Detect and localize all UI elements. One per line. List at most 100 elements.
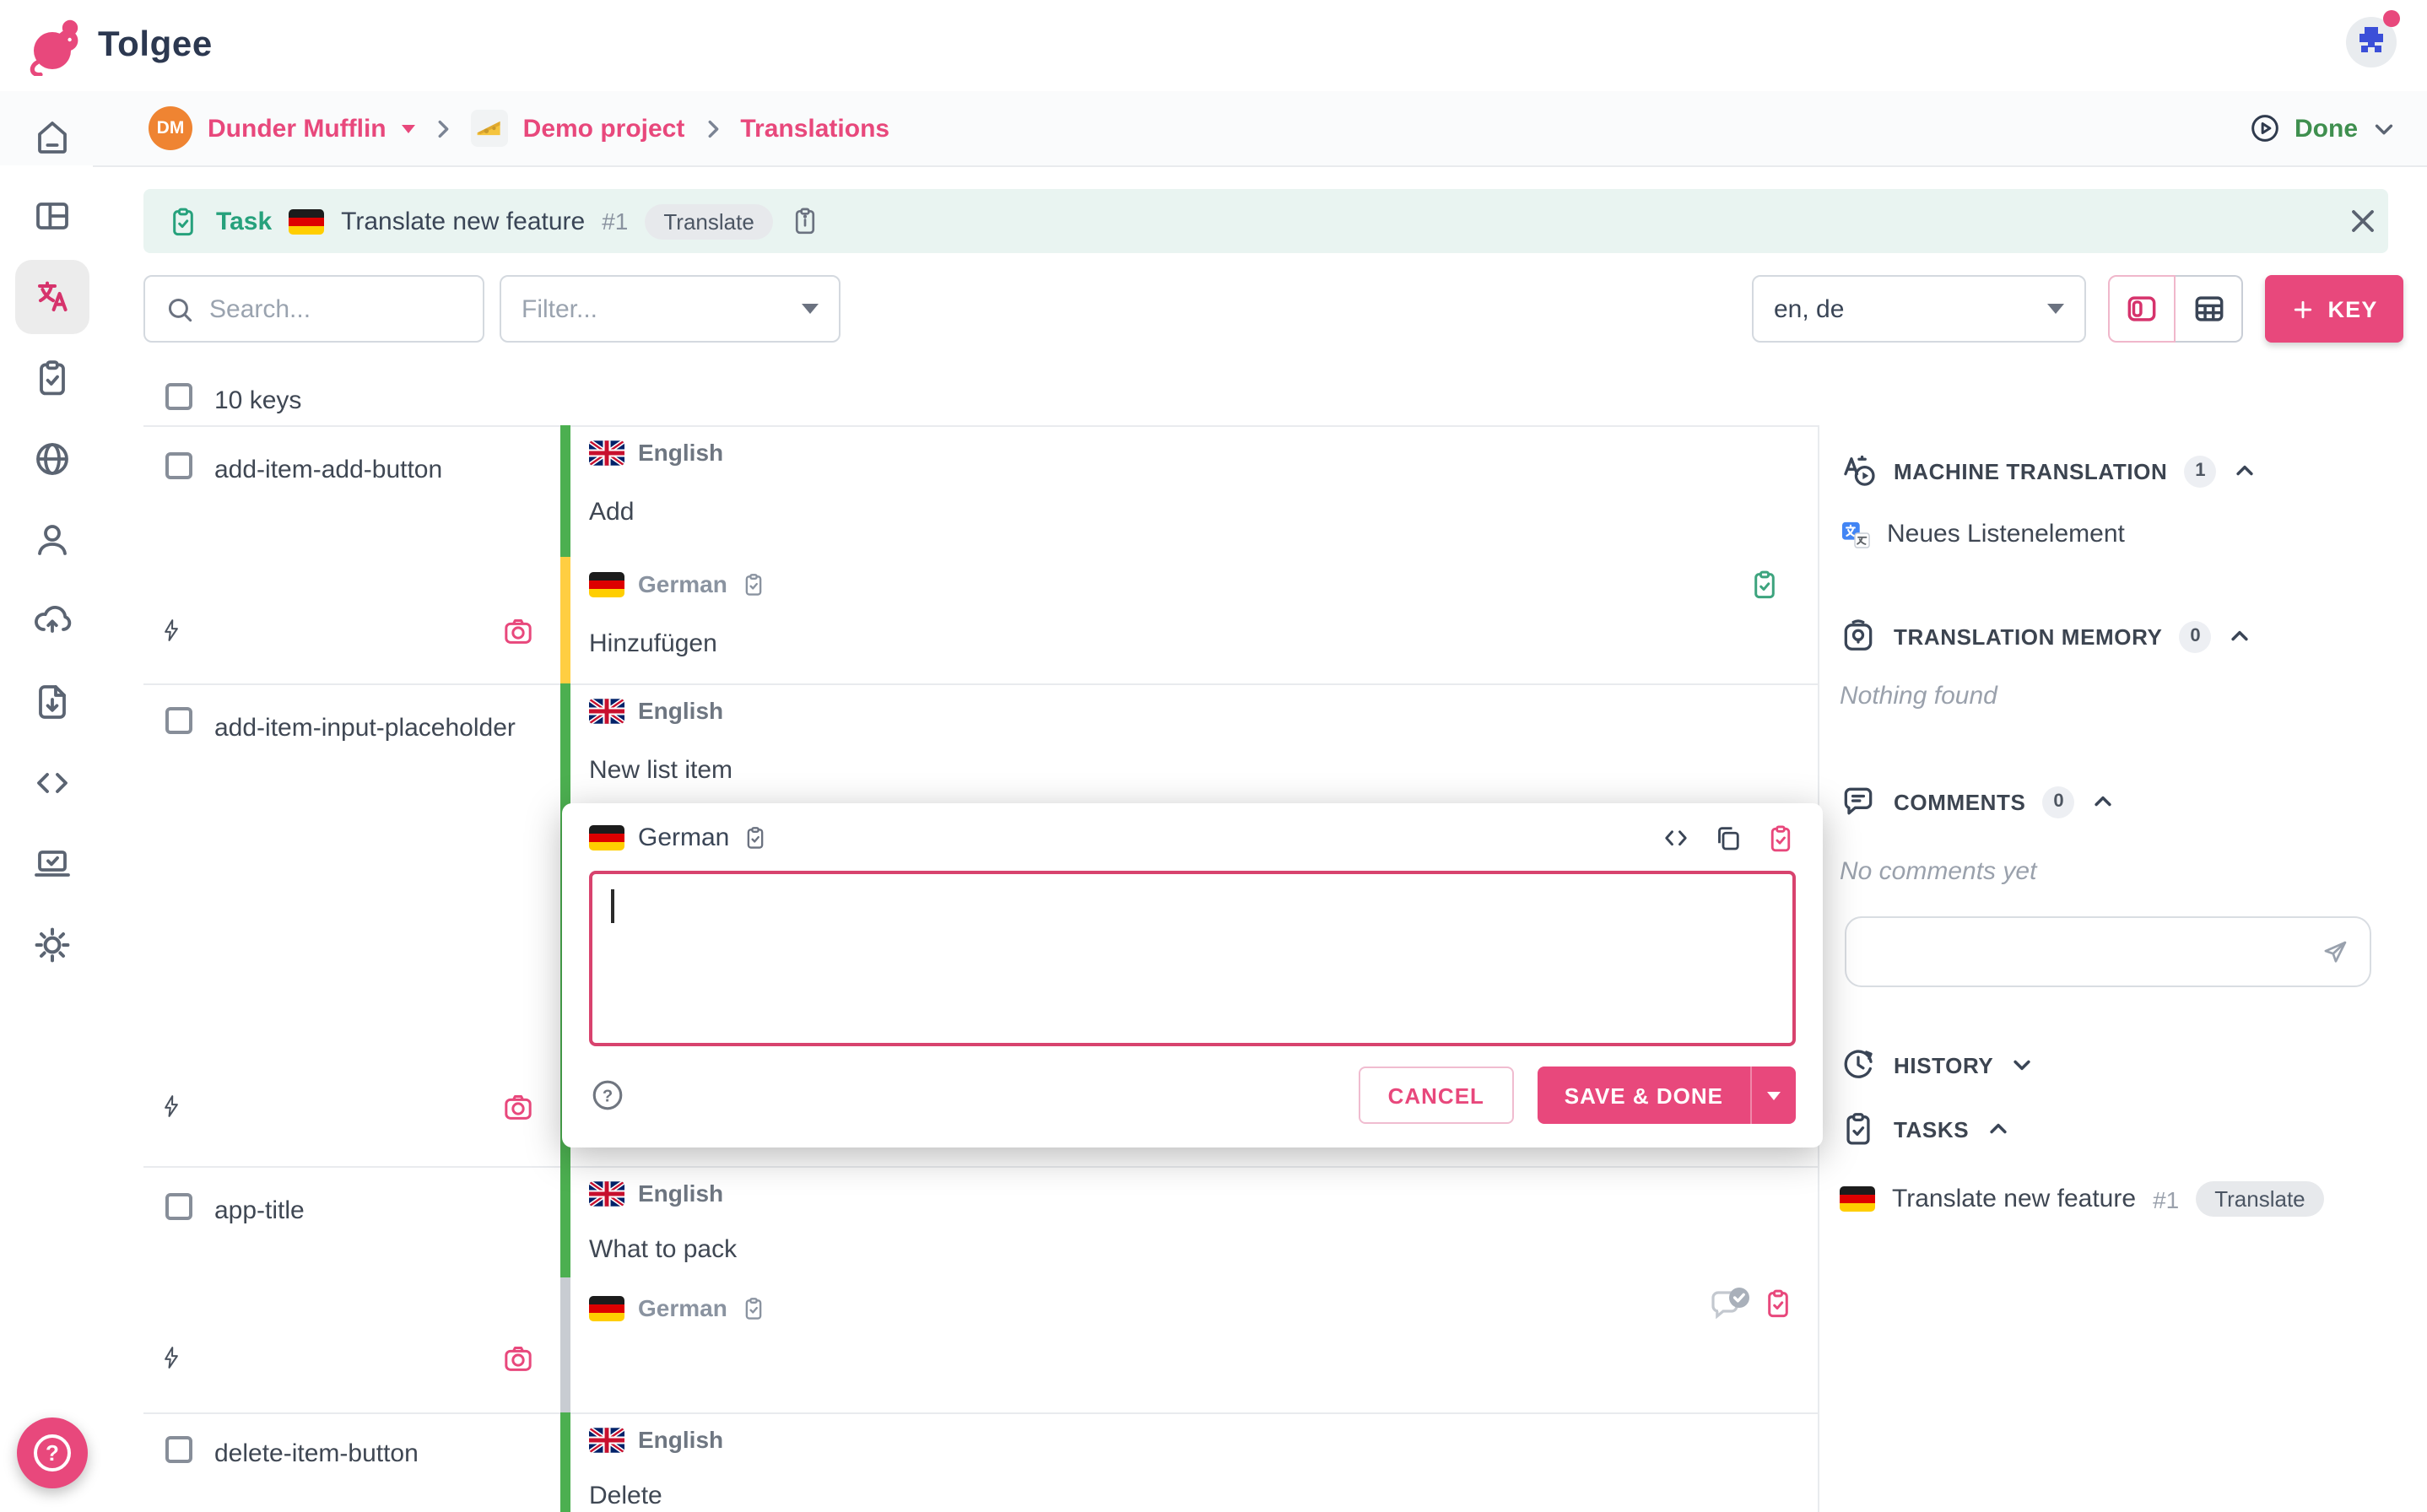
copy-icon[interactable] [1713, 824, 1743, 854]
key-name[interactable]: delete-item-button [214, 1439, 419, 1468]
task-item-chip: Translate [2196, 1181, 2323, 1217]
clipboard-info-icon[interactable] [790, 206, 820, 236]
sidebar-item-settings[interactable] [32, 925, 73, 965]
translation-value-en[interactable]: New list item [589, 756, 732, 785]
machine-translation-icon [1840, 452, 1877, 489]
search-input[interactable] [145, 277, 483, 341]
task-list-item[interactable]: Translate new feature #1 Translate [1840, 1181, 2324, 1217]
help-fab[interactable]: ? [17, 1418, 88, 1488]
german-cell-header: German [589, 1294, 766, 1321]
clipboard-check-icon [32, 358, 73, 398]
comment-input[interactable] [1846, 918, 2370, 986]
languages-select[interactable]: en, de [1752, 275, 2086, 343]
assign-task-clipboard-icon[interactable] [1765, 824, 1796, 854]
tolgee-logo-icon[interactable] [24, 15, 84, 76]
org-caret-icon[interactable] [402, 124, 415, 132]
sidebar-item-languages[interactable] [32, 439, 73, 479]
save-done-button[interactable]: SAVE & DONE [1538, 1066, 1796, 1124]
history-header[interactable]: HISTORY [1840, 1046, 2034, 1083]
save-done-label[interactable]: SAVE & DONE [1538, 1083, 1750, 1108]
key-name[interactable]: app-title [214, 1196, 305, 1225]
german-flag-icon [589, 825, 624, 850]
english-flag-icon [589, 440, 624, 465]
task-state-selector[interactable]: Done [2247, 91, 2397, 165]
section-title: MACHINE TRANSLATION [1894, 458, 2167, 483]
key-name[interactable]: add-item-add-button [214, 456, 442, 484]
add-key-button[interactable]: KEY [2265, 275, 2403, 343]
section-title: TRANSLATION MEMORY [1894, 624, 2162, 649]
insert-code-icon[interactable] [1661, 824, 1691, 854]
language-label: English [638, 439, 723, 466]
editor-actions: CANCEL SAVE & DONE [1359, 1066, 1796, 1124]
breadcrumb-page[interactable]: Translations [740, 114, 889, 143]
tasks-icon [1840, 1110, 1877, 1148]
add-key-label: KEY [2327, 296, 2377, 321]
translation-value-de[interactable]: Hinzufügen [589, 629, 717, 658]
screenshot-camera-icon[interactable] [501, 614, 535, 648]
task-indicator-clipboard-icon[interactable] [1749, 569, 1781, 601]
tasks-header[interactable]: TASKS [1840, 1110, 2009, 1148]
chevron-up-icon [2091, 790, 2115, 813]
sidebar-item-export[interactable] [32, 682, 73, 722]
english-flag-icon [589, 1180, 624, 1206]
row-checkbox[interactable] [165, 707, 192, 734]
save-options-dropdown[interactable] [1752, 1091, 1796, 1099]
english-cell-header: English [589, 697, 723, 724]
sidebar-item-members[interactable] [32, 520, 73, 560]
breadcrumb-project[interactable]: Demo project [523, 114, 685, 143]
screenshot-camera-icon[interactable] [501, 1090, 535, 1124]
close-banner-button[interactable] [2343, 201, 2383, 241]
row-checkbox[interactable] [165, 1193, 192, 1220]
sidebar-item-integrate[interactable] [32, 844, 73, 884]
editor-language-header: German [589, 824, 768, 852]
person-icon [32, 520, 73, 560]
sidebar-item-projects[interactable] [32, 196, 73, 236]
breadcrumb-org[interactable]: Dunder Mufflin [208, 114, 386, 143]
sidebar-item-home[interactable] [32, 116, 73, 157]
sidebar-item-developer[interactable] [32, 763, 73, 803]
translation-value-en[interactable]: Add [589, 498, 634, 526]
search-icon [164, 294, 196, 326]
task-state-label: Done [2295, 114, 2358, 143]
chevron-right-icon [700, 116, 725, 141]
screenshot-camera-icon[interactable] [501, 1342, 535, 1375]
german-flag-icon [289, 208, 324, 234]
translation-textarea[interactable] [589, 871, 1796, 1046]
sidebar-item-translations[interactable] [32, 277, 73, 317]
org-avatar[interactable]: DM [149, 106, 192, 150]
machine-translation-header[interactable]: MACHINE TRANSLATION 1 [1840, 452, 2257, 489]
laptop-check-icon [32, 844, 73, 884]
send-icon[interactable] [2319, 937, 2351, 969]
comments-header[interactable]: COMMENTS 0 [1840, 783, 2115, 820]
sidebar-item-tasks[interactable] [32, 358, 73, 398]
translation-memory-header[interactable]: TRANSLATION MEMORY 0 [1840, 618, 2251, 655]
german-flag-icon [1840, 1186, 1875, 1212]
table-view-icon [2190, 290, 2227, 327]
chevron-up-icon [2233, 459, 2257, 483]
resolved-comments-icon[interactable] [1708, 1286, 1752, 1326]
cancel-button[interactable]: CANCEL [1359, 1066, 1514, 1124]
translation-value-en[interactable]: Delete [589, 1482, 662, 1510]
row-divider [143, 683, 1818, 685]
editor-help-icon[interactable]: ? [589, 1077, 626, 1114]
translation-value-en[interactable]: What to pack [589, 1235, 737, 1264]
english-flag-icon [589, 698, 624, 723]
auto-translate-bolt-icon [159, 1345, 184, 1370]
project-cheese-icon [471, 110, 508, 147]
state-bar-untranslated [560, 1277, 570, 1412]
mt-suggestion-row[interactable]: Neues Listenelement [1841, 520, 2125, 548]
filter-select[interactable]: Filter... [500, 275, 841, 343]
chevron-up-icon [2228, 624, 2251, 648]
key-name[interactable]: add-item-input-placeholder [214, 710, 542, 748]
language-label: English [638, 1180, 723, 1207]
translate-icon [32, 277, 73, 317]
comments-icon [1840, 783, 1877, 820]
row-checkbox[interactable] [165, 1436, 192, 1463]
task-indicator-clipboard-icon[interactable] [1762, 1288, 1794, 1320]
row-checkbox[interactable] [165, 452, 192, 479]
view-toggle-table[interactable] [2176, 275, 2243, 343]
view-toggle-side-by-side[interactable] [2108, 275, 2176, 343]
select-all-checkbox[interactable] [165, 383, 192, 410]
sidebar-item-import[interactable] [32, 601, 73, 641]
tolgee-wordmark[interactable]: Tolgee [98, 25, 213, 66]
